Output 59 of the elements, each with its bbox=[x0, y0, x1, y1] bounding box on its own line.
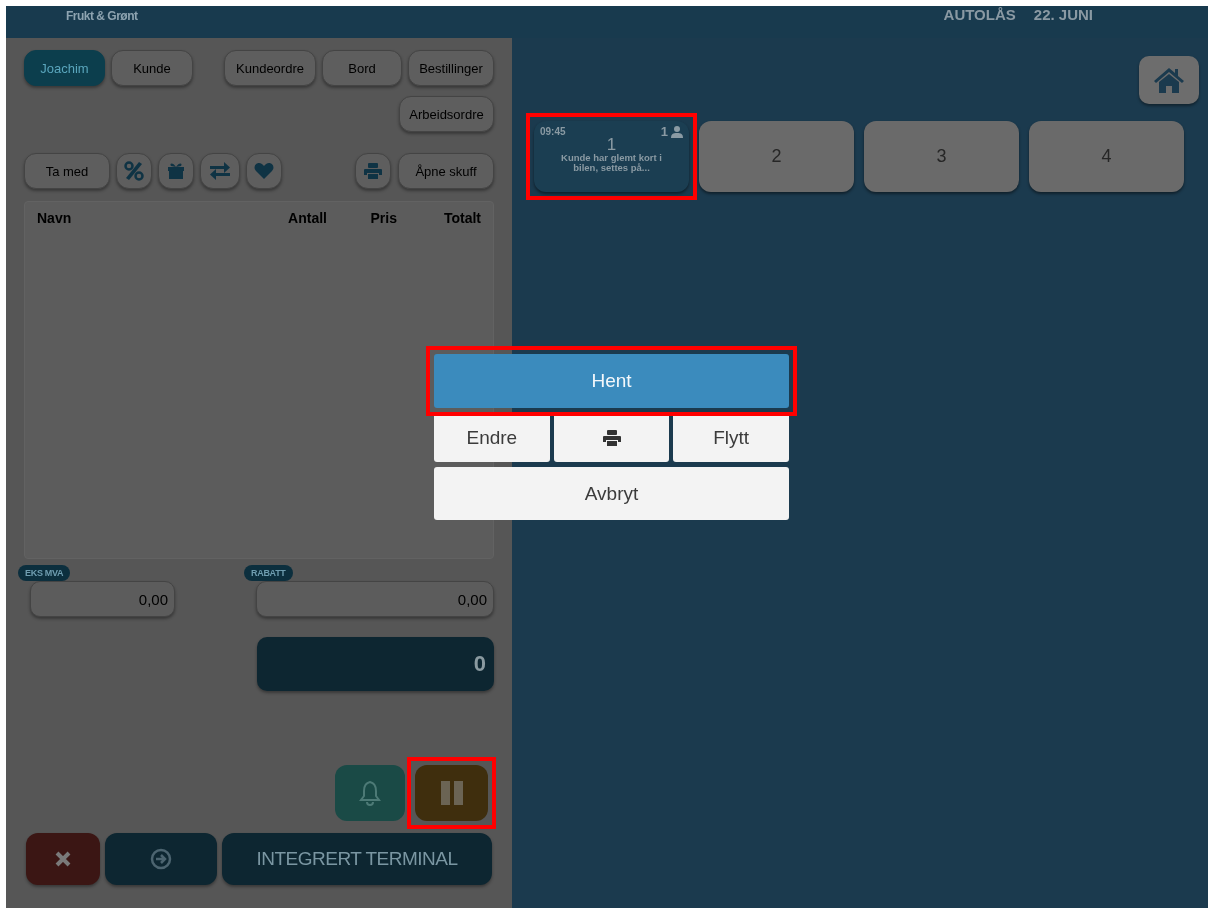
home-button[interactable] bbox=[1139, 56, 1199, 104]
close-icon bbox=[55, 851, 71, 867]
total-amount: 0 bbox=[473, 651, 486, 677]
swap-button[interactable] bbox=[200, 153, 240, 189]
percent-icon bbox=[124, 161, 144, 181]
payment-terminal-button[interactable]: INTEGRERT TERMINAL bbox=[222, 833, 492, 885]
printer-icon bbox=[364, 163, 382, 179]
nav-button[interactable]: Kundeordre bbox=[224, 50, 316, 86]
delete-button[interactable] bbox=[26, 833, 100, 885]
discount-field[interactable]: 0,00 bbox=[256, 581, 494, 617]
take-away-button[interactable]: Ta med bbox=[24, 153, 110, 189]
order-time: 09:45 bbox=[540, 126, 566, 139]
pause-icon bbox=[439, 781, 464, 805]
nav-button[interactable]: Bestillinger bbox=[408, 50, 494, 86]
pause-button[interactable] bbox=[415, 765, 488, 821]
field-value: 0,00 bbox=[457, 590, 487, 608]
nav-button[interactable]: Arbeidsordre bbox=[399, 96, 494, 132]
nav-button[interactable]: Joachim bbox=[24, 50, 105, 86]
person-icon bbox=[671, 125, 683, 138]
column-header: Antall bbox=[287, 210, 327, 226]
dialog-button[interactable]: Endre bbox=[434, 413, 550, 462]
column-header: Pris bbox=[369, 210, 397, 226]
swap-arrows-icon bbox=[209, 162, 231, 180]
column-header: Navn bbox=[37, 210, 73, 226]
table-button[interactable]: 3 bbox=[864, 121, 1019, 192]
table-button[interactable]: 2 bbox=[699, 121, 854, 192]
table-number: 2 bbox=[771, 146, 782, 167]
table-button[interactable]: 4 bbox=[1029, 121, 1184, 192]
field-label: EKS MVA bbox=[18, 565, 71, 581]
dialog-button[interactable]: Avbryt bbox=[434, 467, 789, 520]
table-number: 1 bbox=[606, 137, 617, 153]
discount-button[interactable] bbox=[116, 153, 152, 189]
heart-icon bbox=[254, 162, 274, 180]
guest-count: 1 bbox=[660, 124, 668, 139]
dialog-button[interactable]: Hent bbox=[434, 354, 789, 408]
print-button[interactable] bbox=[553, 413, 670, 462]
favorite-button[interactable] bbox=[246, 153, 282, 189]
dialog-button[interactable]: Flytt bbox=[673, 413, 789, 462]
nav-button[interactable]: Kunde bbox=[111, 50, 193, 86]
field-label: RABATT bbox=[244, 565, 293, 581]
printer-icon bbox=[602, 429, 621, 446]
bell-button[interactable] bbox=[335, 765, 405, 821]
table-number: 4 bbox=[1101, 146, 1112, 167]
column-header: Totalt bbox=[442, 210, 481, 226]
bell-icon bbox=[358, 780, 382, 806]
gift-button[interactable] bbox=[158, 153, 194, 189]
field-value: 0,00 bbox=[138, 590, 168, 608]
order-note: Kunde har glemt kort i bilen, settes på... bbox=[560, 153, 663, 173]
table-button[interactable]: 09:45 1 1 Kunde har glemt kort i bilen, settes på... bbox=[534, 121, 689, 192]
gift-icon bbox=[167, 162, 185, 180]
date-label: 22. JUNI bbox=[1033, 6, 1093, 23]
next-button[interactable] bbox=[105, 833, 217, 885]
home-icon bbox=[1153, 67, 1185, 93]
store-name: Frukt & Grønt bbox=[66, 9, 138, 23]
table-number: 3 bbox=[936, 146, 947, 167]
excl-vat-field[interactable]: 0,00 bbox=[30, 581, 175, 617]
autolock-label: AUTOLÅS bbox=[943, 6, 1016, 23]
open-drawer-button[interactable]: Åpne skuff bbox=[398, 153, 494, 189]
nav-button[interactable]: Bord bbox=[322, 50, 402, 86]
